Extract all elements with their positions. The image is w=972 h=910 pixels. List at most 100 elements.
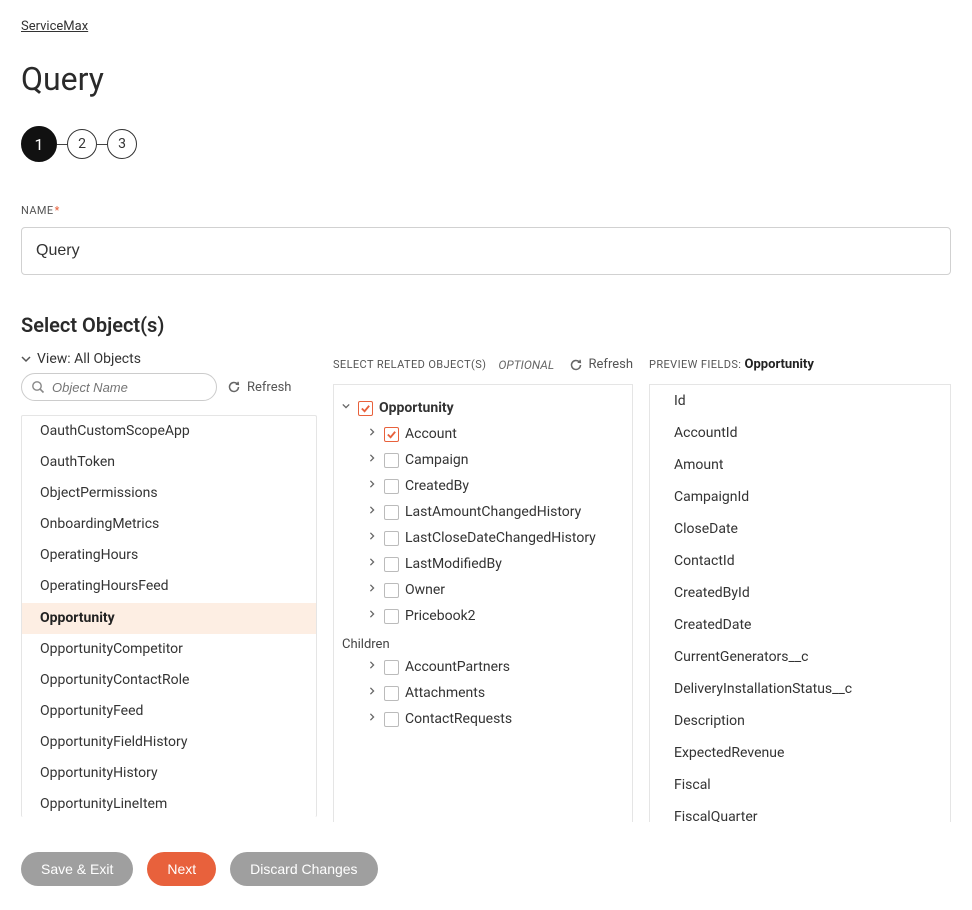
objects-panel: View: All Objects Refresh OauthCusto: [21, 351, 317, 817]
field-item: Amount: [650, 449, 950, 481]
refresh-icon: [569, 358, 583, 372]
checkbox[interactable]: [384, 453, 399, 468]
field-item: Id: [650, 385, 950, 417]
field-item: CurrentGenerators__c: [650, 641, 950, 673]
chevron-right-icon[interactable]: [368, 556, 378, 566]
checkbox[interactable]: [384, 609, 399, 624]
tree-item-label: LastCloseDateChangedHistory: [405, 530, 596, 546]
checkbox[interactable]: [358, 401, 373, 416]
checkbox[interactable]: [384, 427, 399, 442]
tree-item-label: Account: [405, 426, 457, 442]
object-item[interactable]: OauthCustomScopeApp: [22, 416, 316, 447]
view-toggle[interactable]: View: All Objects: [21, 351, 317, 367]
tree-item-label: Pricebook2: [405, 608, 476, 624]
object-item[interactable]: OauthToken: [22, 447, 316, 478]
chevron-down-icon: [21, 354, 31, 364]
field-item: CreatedDate: [650, 609, 950, 641]
save-exit-button[interactable]: Save & Exit: [21, 852, 133, 886]
chevron-right-icon[interactable]: [368, 478, 378, 488]
tree-item[interactable]: Pricebook2: [364, 603, 626, 629]
object-item[interactable]: OperatingHours: [22, 540, 316, 571]
tree-item[interactable]: Account: [364, 421, 626, 447]
checkbox[interactable]: [384, 686, 399, 701]
preview-panel: PREVIEW FIELDS: Opportunity IdAccountIdA…: [649, 351, 951, 822]
object-search[interactable]: [21, 373, 217, 401]
checkbox[interactable]: [384, 660, 399, 675]
select-objects-heading: Select Object(s): [21, 313, 951, 337]
field-item: CampaignId: [650, 481, 950, 513]
preview-object-name: Opportunity: [745, 357, 814, 372]
discard-button[interactable]: Discard Changes: [230, 852, 377, 886]
object-item[interactable]: OpportunityHistory: [22, 758, 316, 789]
field-item: Fiscal: [650, 769, 950, 801]
name-field-label: NAME*: [21, 204, 951, 217]
chevron-right-icon[interactable]: [368, 608, 378, 618]
checkbox[interactable]: [384, 712, 399, 727]
object-item[interactable]: OpportunityLineItem: [22, 789, 316, 817]
checkbox[interactable]: [384, 531, 399, 546]
tree-item[interactable]: Owner: [364, 577, 626, 603]
chevron-right-icon[interactable]: [368, 711, 378, 721]
chevron-right-icon[interactable]: [368, 426, 378, 436]
object-item[interactable]: ObjectPermissions: [22, 478, 316, 509]
chevron-right-icon[interactable]: [368, 530, 378, 540]
refresh-label: Refresh: [247, 380, 291, 395]
field-item: DeliveryInstallationStatus__c: [650, 673, 950, 705]
field-item: CreatedById: [650, 577, 950, 609]
fields-list[interactable]: IdAccountIdAmountCampaignIdCloseDateCont…: [649, 384, 951, 822]
objects-list[interactable]: OauthCustomScopeAppOauthTokenObjectPermi…: [22, 416, 316, 817]
page-title: Query: [21, 60, 951, 98]
tree-item[interactable]: AccountPartners: [364, 654, 626, 680]
step-connector: [97, 144, 107, 145]
tree-item[interactable]: LastAmountChangedHistory: [364, 499, 626, 525]
step-3[interactable]: 3: [107, 129, 137, 159]
related-refresh[interactable]: Refresh: [569, 357, 633, 372]
chevron-down-icon[interactable]: [342, 400, 352, 410]
required-marker: *: [55, 204, 60, 217]
checkbox[interactable]: [384, 557, 399, 572]
checkbox[interactable]: [384, 505, 399, 520]
tree-item[interactable]: LastModifiedBy: [364, 551, 626, 577]
tree-item-label: Attachments: [405, 685, 485, 701]
related-panel: SELECT RELATED OBJECT(S) OPTIONAL Refres…: [333, 351, 633, 822]
field-item: AccountId: [650, 417, 950, 449]
tree-item[interactable]: ContactRequests: [364, 706, 626, 732]
chevron-right-icon[interactable]: [368, 582, 378, 592]
tree-root-label: Opportunity: [379, 400, 454, 416]
next-button[interactable]: Next: [147, 852, 216, 886]
checkbox[interactable]: [384, 479, 399, 494]
tree-item-label: AccountPartners: [405, 659, 510, 675]
related-tree[interactable]: Opportunity Account Campaign CreatedBy LastA…: [333, 384, 633, 822]
preview-fields-label: PREVIEW FIELDS: Opportunity: [649, 357, 951, 372]
view-label: View: All Objects: [37, 351, 141, 367]
object-item[interactable]: OpportunityFieldHistory: [22, 727, 316, 758]
related-label: SELECT RELATED OBJECT(S): [333, 358, 486, 371]
object-item[interactable]: Opportunity: [22, 603, 316, 634]
chevron-right-icon[interactable]: [368, 452, 378, 462]
object-item[interactable]: OpportunityFeed: [22, 696, 316, 727]
breadcrumb: ServiceMax: [21, 0, 951, 34]
field-item: ContactId: [650, 545, 950, 577]
chevron-right-icon[interactable]: [368, 685, 378, 695]
tree-item[interactable]: Campaign: [364, 447, 626, 473]
objects-refresh[interactable]: Refresh: [227, 380, 291, 395]
object-item[interactable]: OperatingHoursFeed: [22, 571, 316, 602]
chevron-right-icon[interactable]: [368, 659, 378, 669]
step-2[interactable]: 2: [67, 129, 97, 159]
breadcrumb-link[interactable]: ServiceMax: [21, 19, 88, 34]
tree-root[interactable]: Opportunity: [340, 395, 626, 421]
tree-item-label: LastAmountChangedHistory: [405, 504, 581, 520]
tree-item[interactable]: Attachments: [364, 680, 626, 706]
object-item[interactable]: OpportunityContactRole: [22, 665, 316, 696]
tree-item-label: Campaign: [405, 452, 468, 468]
object-item[interactable]: OpportunityCompetitor: [22, 634, 316, 665]
name-input[interactable]: [21, 227, 951, 275]
field-item: FiscalQuarter: [650, 801, 950, 822]
step-1[interactable]: 1: [21, 126, 57, 162]
checkbox[interactable]: [384, 583, 399, 598]
object-item[interactable]: OnboardingMetrics: [22, 509, 316, 540]
tree-item[interactable]: LastCloseDateChangedHistory: [364, 525, 626, 551]
chevron-right-icon[interactable]: [368, 504, 378, 514]
tree-item[interactable]: CreatedBy: [364, 473, 626, 499]
object-search-input[interactable]: [52, 380, 206, 395]
